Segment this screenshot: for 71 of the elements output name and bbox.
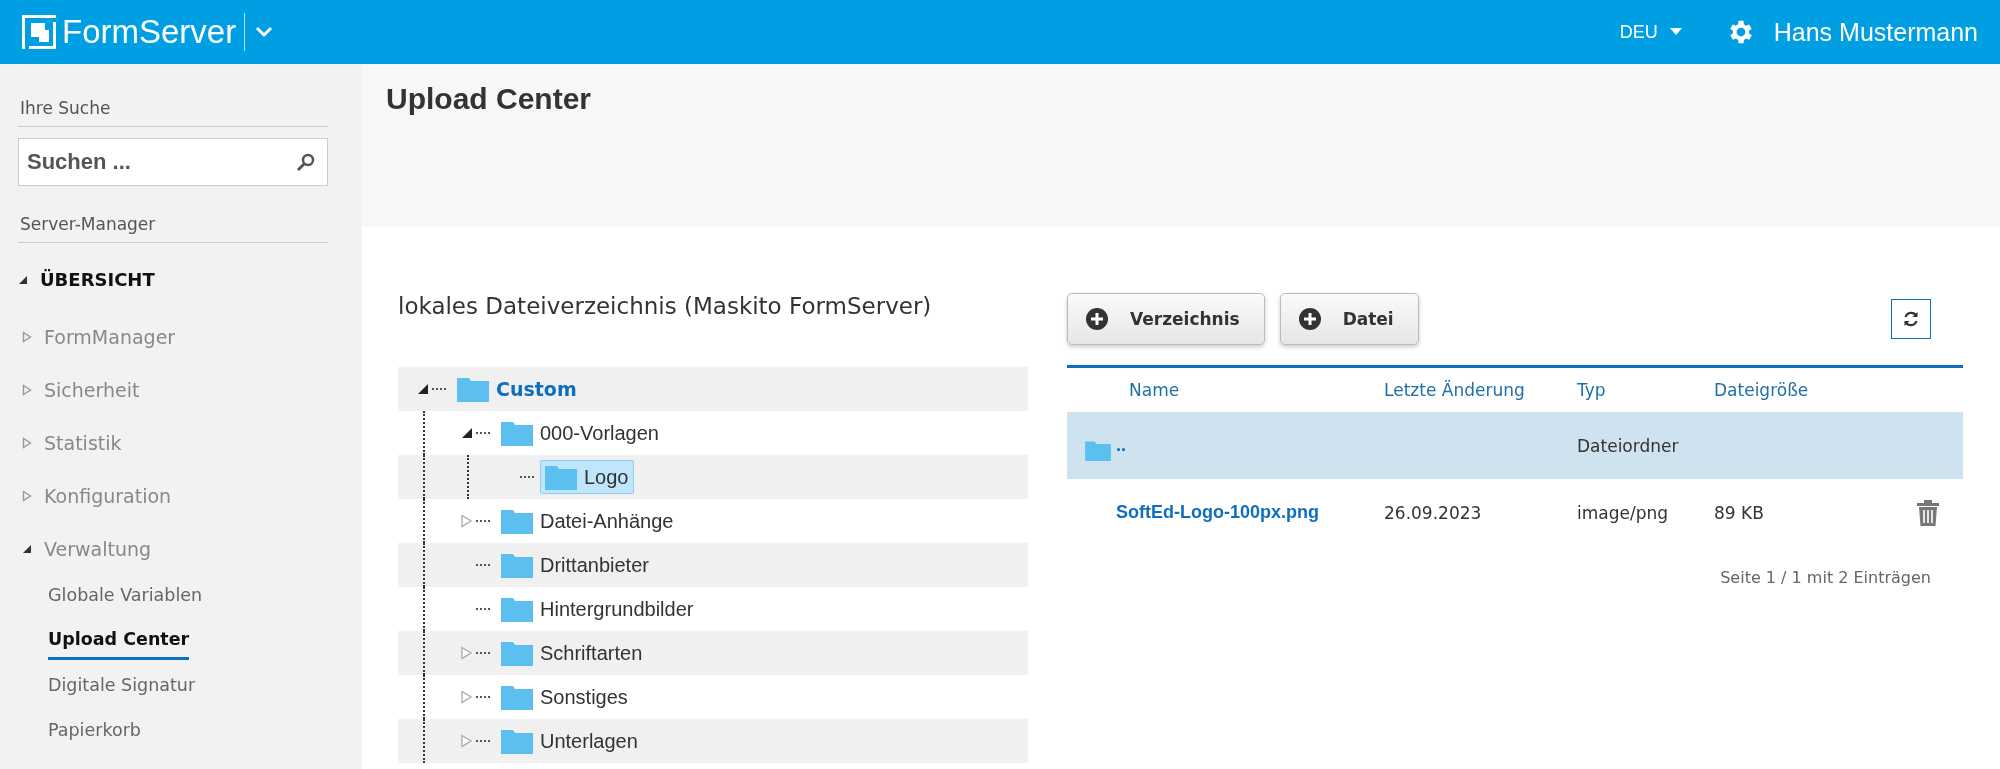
nav-item[interactable]: Verwaltung bbox=[18, 522, 328, 575]
trash-icon[interactable] bbox=[1917, 499, 1939, 526]
tree-node[interactable]: Sonstiges bbox=[496, 680, 633, 714]
file-name-link[interactable]: .. bbox=[1116, 435, 1384, 456]
tree-node[interactable]: Logo bbox=[540, 460, 634, 494]
user-name[interactable]: Hans Mustermann bbox=[1773, 17, 1978, 47]
logo-icon bbox=[22, 15, 56, 49]
file-row[interactable]: SoftEd-Logo-100px.png 26.09.2023 image/png 89 KB bbox=[1067, 479, 1963, 546]
tree-toggle[interactable] bbox=[460, 690, 474, 704]
file-name-link[interactable]: SoftEd-Logo-100px.png bbox=[1116, 502, 1384, 523]
pagination-info: Seite 1 / 1 mit 2 Einträgen bbox=[1719, 567, 1932, 587]
column-header[interactable]: Typ bbox=[1577, 380, 1714, 400]
tree-toggle[interactable] bbox=[460, 734, 474, 748]
modified-cell-text: 26.09.2023 bbox=[1384, 502, 1483, 523]
plus-icon bbox=[1298, 308, 1321, 330]
caret-icon bbox=[1669, 28, 1682, 36]
tree-node[interactable]: Schriftarten bbox=[496, 636, 648, 670]
triangle-icon bbox=[22, 489, 32, 502]
plus-icon bbox=[1086, 308, 1108, 330]
tree-toggle[interactable] bbox=[460, 646, 474, 660]
chevron-down-icon[interactable] bbox=[255, 26, 274, 38]
refresh-button[interactable] bbox=[1891, 299, 1931, 339]
column-header[interactable]: Letzte Änderung bbox=[1384, 380, 1577, 400]
folder-icon bbox=[457, 376, 489, 402]
tree-node[interactable]: Custom bbox=[452, 372, 582, 406]
nav-subitem[interactable]: Papierkorb bbox=[48, 710, 141, 755]
app-name: FormServer bbox=[62, 13, 237, 51]
triangle-icon bbox=[22, 383, 32, 396]
nav-item[interactable]: FormManager bbox=[18, 310, 328, 363]
language-selector[interactable]: DEU bbox=[1613, 20, 1688, 44]
add-button[interactable]: Verzeichnis bbox=[1067, 293, 1265, 345]
folder-icon bbox=[501, 508, 533, 534]
folder-icon bbox=[501, 684, 533, 710]
tree-toggle[interactable] bbox=[460, 514, 474, 528]
folder-icon bbox=[501, 728, 533, 754]
type-cell-text: image/png bbox=[1577, 502, 1670, 523]
tree-node[interactable]: Unterlagen bbox=[496, 724, 643, 758]
nav-item[interactable]: Sicherheit bbox=[18, 363, 328, 416]
nav-item[interactable]: Statistik bbox=[18, 416, 328, 469]
folder-icon bbox=[501, 640, 533, 666]
nav-subitem[interactable]: Globale Variablen bbox=[48, 575, 203, 620]
tree-toggle[interactable] bbox=[460, 426, 474, 440]
type-cell-text: Dateiordner bbox=[1577, 435, 1680, 456]
column-header[interactable]: Name bbox=[1129, 380, 1384, 400]
page-title: Upload Center bbox=[386, 82, 593, 116]
triangle-icon bbox=[22, 330, 32, 343]
search-field[interactable]: Suchen ... bbox=[18, 138, 328, 186]
nav-section-toggle[interactable]: ÜBERSICHT bbox=[18, 269, 328, 290]
nav-item[interactable]: Konfiguration bbox=[18, 469, 328, 522]
column-header[interactable]: Dateigröße bbox=[1714, 380, 1893, 400]
folder-icon bbox=[1085, 440, 1111, 461]
directory-title: lokales Dateiverzeichnis (Maskito FormServer) bbox=[398, 293, 933, 319]
folder-icon bbox=[501, 596, 533, 622]
search-icon bbox=[296, 152, 316, 172]
file-row[interactable]: .. Dateiordner bbox=[1067, 412, 1963, 479]
tree-node[interactable]: Hintergrundbilder bbox=[496, 592, 699, 626]
tree-node[interactable]: Datei-Anhänge bbox=[496, 504, 679, 538]
nav-subitem[interactable]: Digitale Signatur bbox=[48, 665, 196, 710]
size-cell-text: 89 KB bbox=[1714, 502, 1765, 523]
tree-node[interactable]: 000-Vorlagen bbox=[496, 416, 664, 450]
folder-icon bbox=[501, 420, 533, 446]
triangle-icon bbox=[22, 436, 32, 449]
nav-subitem[interactable]: Upload Center bbox=[48, 620, 190, 660]
folder-icon bbox=[501, 552, 533, 578]
add-button[interactable]: Datei bbox=[1279, 293, 1419, 345]
search-label: Ihre Suche bbox=[18, 92, 328, 127]
folder-icon bbox=[545, 464, 577, 490]
section-label: Server-Manager bbox=[18, 208, 328, 243]
tree-node[interactable]: Drittanbieter bbox=[496, 548, 654, 582]
tree-toggle[interactable] bbox=[416, 382, 430, 396]
triangle-icon bbox=[18, 274, 28, 285]
